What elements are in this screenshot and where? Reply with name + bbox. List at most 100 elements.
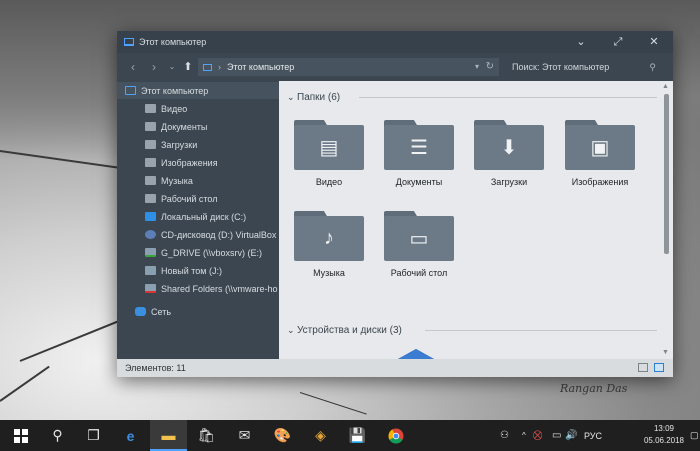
navigation-pane: Этот компьютер Видео Документы Загрузки … [117,81,279,359]
folder-label: Изображения [571,177,629,187]
scroll-thumb[interactable] [664,94,669,254]
clock-time: 13:09 [653,424,675,433]
image-icon: ▣ [565,120,635,170]
status-bar: Элементов: 11 [117,359,673,377]
sidebar-item-label: G_DRIVE (\\vboxsrv) (E:) [161,247,263,258]
sidebar-item-local-disk-c[interactable]: Локальный диск (C:) [145,208,246,225]
network-disconnected-icon[interactable]: ⛒ [533,420,542,451]
recent-locations-button[interactable]: ⌄ [164,59,180,75]
search-input[interactable]: Поиск: Этот компьютер ⚲ [506,58,662,76]
address-text[interactable]: Этот компьютер [227,62,294,72]
breadcrumb-separator: › [218,62,221,72]
sidebar-item-music[interactable]: Музыка [145,172,193,189]
task-view-icon[interactable]: ❐ [75,420,112,451]
devices-group-header[interactable]: ⌄ Устройства и диски (3) [287,323,657,337]
folders-group-header[interactable]: ⌄ Папки (6) [287,90,657,104]
minimize-button[interactable]: ⌄ [573,34,589,50]
close-button[interactable]: ✕ [646,34,662,50]
windows-start-icon[interactable] [2,420,39,451]
maximize-button[interactable]: ⤢ [610,34,626,50]
folder-music[interactable]: ♪ Музыка [292,211,366,278]
network-icon [135,307,146,316]
computer-icon [203,63,212,71]
group-title: Устройства и диски (3) [297,324,402,336]
scroll-up-icon[interactable]: ▲ [662,83,669,90]
disconnected-drive-icon [145,284,156,293]
video-folder-icon [145,104,156,113]
edge-icon[interactable]: e [112,420,149,451]
battery-icon[interactable]: ▭ [552,420,561,451]
clock-date: 05.06.2018 [643,436,685,445]
language-indicator[interactable]: РУС [584,420,602,451]
sidebar-item-label: Новый том (J:) [161,265,222,276]
notification-icon[interactable]: ▢ [690,420,700,451]
sidebar-item-label: Изображения [161,157,218,168]
people-icon[interactable]: ⚇ [500,420,509,451]
details-view-icon[interactable] [638,363,648,372]
sidebar-item-label: Этот компьютер [141,85,209,96]
sidebar-item-pictures[interactable]: Изображения [145,154,218,171]
mail-icon[interactable]: ✉ [226,420,263,451]
chevron-down-icon: ⌄ [287,91,295,102]
sidebar-item-documents[interactable]: Документы [145,118,207,135]
back-button[interactable]: ‹ [125,59,141,75]
network-drive-icon [145,248,156,257]
sidebar-item-desktop[interactable]: Рабочий стол [145,190,218,207]
up-arrow-icon[interactable]: ⬆ [181,58,195,76]
desktop-icon: ▭ [384,211,454,261]
sidebar-item-video[interactable]: Видео [145,100,187,117]
folder-downloads[interactable]: ⬇ Загрузки [472,120,546,187]
wallpaper-signature: Rangan Das [560,382,628,395]
music-icon: ♪ [294,211,364,261]
folder-pictures[interactable]: ▣ Изображения [563,120,637,187]
volume-icon[interactable]: 🔊 [565,420,577,451]
folder-documents[interactable]: ☰ Документы [382,120,456,187]
save-icon[interactable]: 💾 [339,420,376,451]
downloads-folder-icon [145,140,156,149]
group-title: Папки (6) [297,91,341,103]
folder-label: Музыка [313,268,345,278]
address-bar[interactable]: › Этот компьютер ▾ ↻ [198,58,499,76]
forward-button[interactable]: › [146,59,162,75]
search-icon[interactable]: ⚲ [649,58,656,76]
scroll-down-icon[interactable]: ▼ [662,349,669,356]
file-explorer-icon[interactable]: ▬ [150,420,187,451]
sidebar-item-this-pc[interactable]: Этот компьютер [117,82,279,99]
virtualbox-cd-icon[interactable]: VB [390,347,442,359]
refresh-button[interactable]: ↻ [486,58,494,76]
vmware-icon[interactable]: ◈ [302,420,339,451]
clock[interactable]: 13:09 05.06.2018 [639,423,689,447]
desktop-folder-icon [145,194,156,203]
folder-label: Документы [395,177,443,187]
sidebar-item-shared-folders[interactable]: Shared Folders (\\vmware-ho [145,280,278,297]
folder-video[interactable]: ▤ Видео [292,120,366,187]
sidebar-item-new-volume-j[interactable]: Новый том (J:) [145,262,222,279]
folder-label: Видео [315,177,343,187]
search-icon[interactable]: ⚲ [39,420,76,451]
sidebar-item-network[interactable]: Сеть [135,303,171,320]
document-icon: ☰ [384,120,454,170]
group-divider [425,330,657,331]
title-bar[interactable]: Этот компьютер ⌄ ⤢ ✕ [117,31,673,53]
computer-icon [125,86,136,95]
vertical-scrollbar[interactable]: ▲ ▼ [660,81,673,359]
chevron-down-icon[interactable]: ▾ [475,58,479,76]
music-folder-icon [145,176,156,185]
large-icons-view-icon[interactable] [654,363,664,372]
computer-icon [124,38,134,46]
store-icon[interactable]: 🛍 [188,420,225,451]
chevron-up-icon[interactable]: ^ [522,420,526,451]
windows-drive-icon [145,212,156,221]
sidebar-item-g-drive-e[interactable]: G_DRIVE (\\vboxsrv) (E:) [145,244,262,261]
content-pane: ⌄ Папки (6) ▤ Видео ☰ Документы ⬇ Загруз… [279,81,673,359]
sidebar-item-label: Документы [161,121,208,132]
window-title: Этот компьютер [139,37,207,47]
paint-icon[interactable]: 🎨 [264,420,301,451]
sidebar-item-label: Загрузки [161,139,198,150]
chrome-icon[interactable] [377,420,414,451]
folder-desktop[interactable]: ▭ Рабочий стол [382,211,456,278]
sidebar-item-downloads[interactable]: Загрузки [145,136,197,153]
folder-label: Рабочий стол [390,268,448,278]
sidebar-item-label: Shared Folders (\\vmware-ho [161,283,278,294]
sidebar-item-cd-drive-d[interactable]: CD-дисковод (D:) VirtualBox G [145,226,279,243]
